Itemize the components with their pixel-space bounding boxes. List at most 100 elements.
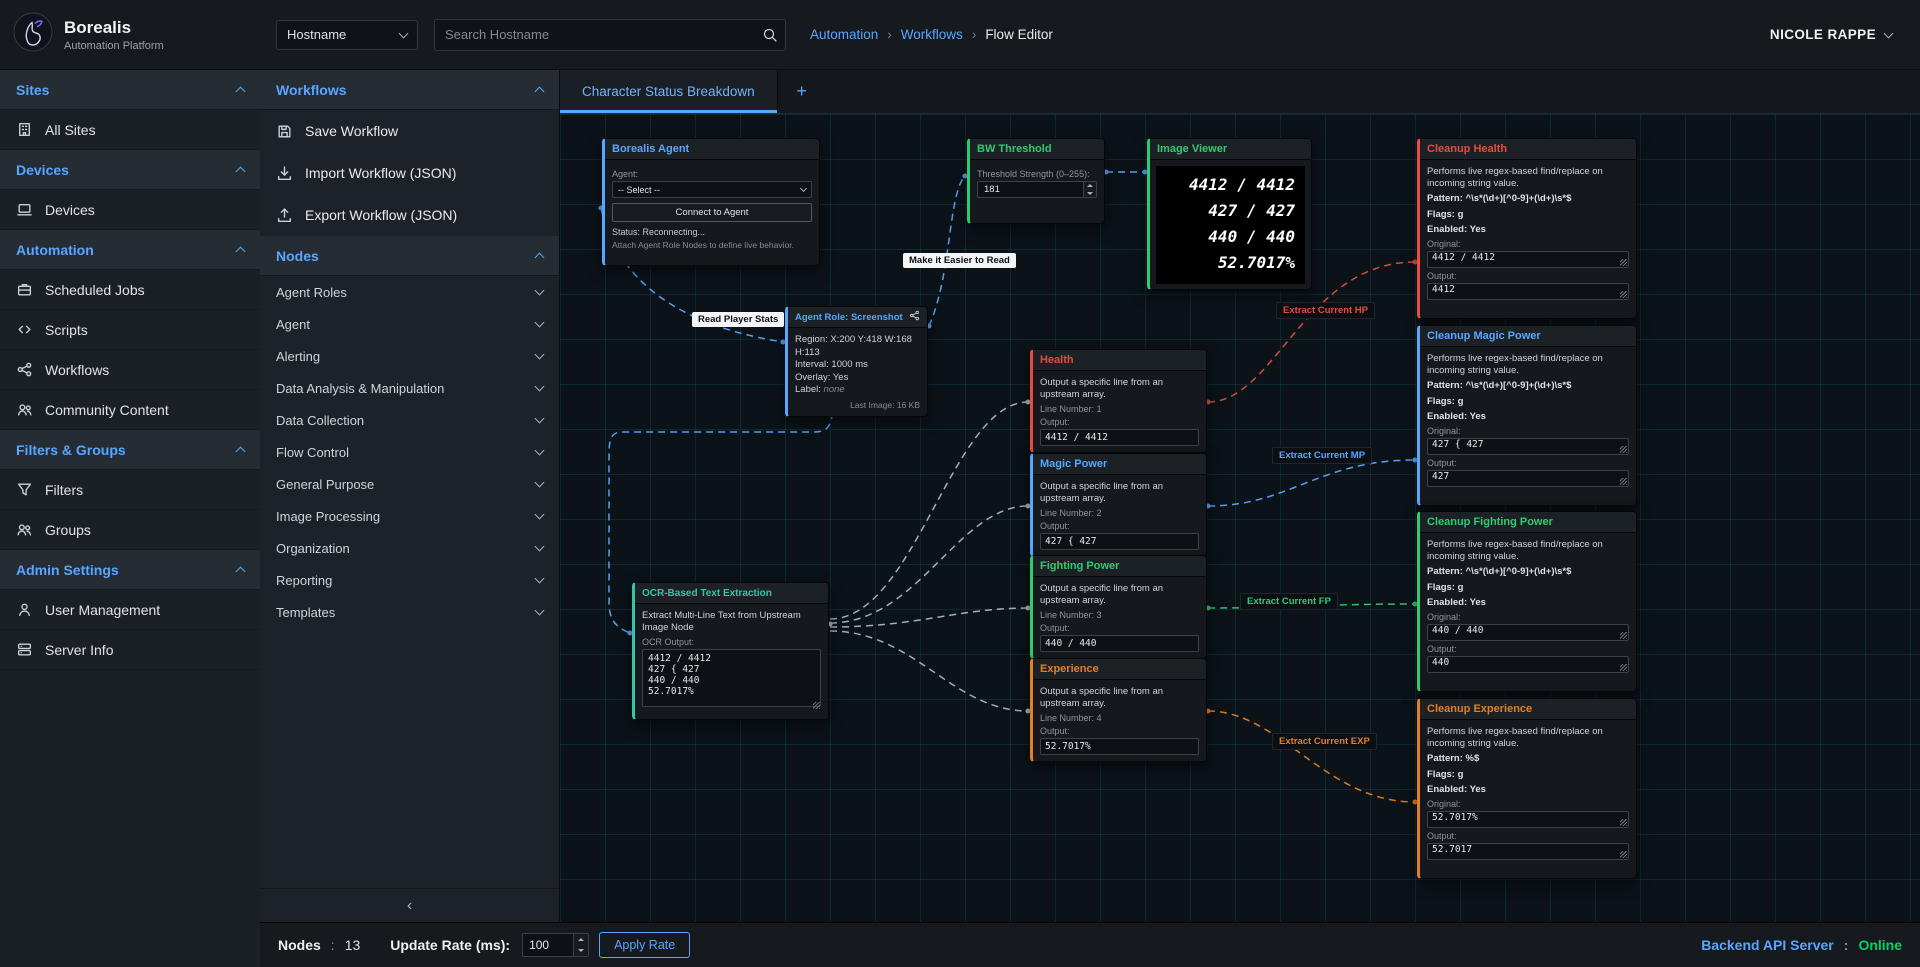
- output-label: Output:: [1040, 726, 1199, 736]
- output-field[interactable]: 52.7017: [1427, 843, 1629, 860]
- node-bw-threshold[interactable]: BW Threshold Threshold Strength (0–255):: [967, 138, 1105, 224]
- node-category-reporting[interactable]: Reporting: [260, 564, 559, 596]
- output-field[interactable]: [1040, 533, 1199, 550]
- node-category-general-purpose[interactable]: General Purpose: [260, 468, 559, 500]
- workflow-icon: [16, 361, 33, 378]
- node-category-templates[interactable]: Templates: [260, 596, 559, 628]
- output-field[interactable]: [1040, 738, 1199, 755]
- output-field[interactable]: 4412: [1427, 283, 1629, 300]
- share-icon[interactable]: [909, 310, 920, 324]
- update-rate-input[interactable]: [522, 933, 574, 957]
- output-value: 52.7017: [1432, 844, 1472, 855]
- original-field[interactable]: 52.7017%: [1427, 811, 1629, 828]
- tab-character-status-breakdown[interactable]: Character Status Breakdown: [560, 70, 778, 113]
- output-field[interactable]: 440: [1427, 656, 1629, 673]
- panel-section-workflows[interactable]: Workflows: [260, 70, 559, 110]
- resize-handle-icon[interactable]: [1620, 259, 1627, 266]
- node-category-data-collection[interactable]: Data Collection: [260, 404, 559, 436]
- node-category-alerting[interactable]: Alerting: [260, 340, 559, 372]
- resize-handle-icon[interactable]: [1620, 664, 1627, 671]
- sidebar-item-devices[interactable]: Devices: [0, 190, 260, 230]
- apply-rate-button[interactable]: Apply Rate: [599, 932, 690, 958]
- sidebar-item-all-sites[interactable]: All Sites: [0, 110, 260, 150]
- export-workflow-button[interactable]: Export Workflow (JSON): [260, 194, 559, 236]
- resize-handle-icon[interactable]: [1620, 851, 1627, 858]
- flow-canvas[interactable]: Borealis Agent Agent: -- Select -- Conne…: [560, 114, 1920, 922]
- user-menu[interactable]: NICOLE RAPPE: [1770, 27, 1892, 42]
- node-category-flow-control[interactable]: Flow Control: [260, 436, 559, 468]
- node-agent-role-screenshot[interactable]: Agent Role: Screenshot Region: X:200 Y:4…: [785, 306, 928, 417]
- node-ocr-text-extraction[interactable]: OCR-Based Text Extraction Extract Multi-…: [632, 582, 829, 720]
- edge-label-extract-current-hp[interactable]: Extract Current HP: [1276, 302, 1375, 319]
- agent-select[interactable]: -- Select --: [612, 181, 812, 198]
- chevron-up-icon: [535, 253, 545, 263]
- sidebar-item-filters[interactable]: Filters: [0, 470, 260, 510]
- panel-section-nodes[interactable]: Nodes: [260, 236, 559, 276]
- spin-up-button[interactable]: [574, 934, 588, 945]
- sidebar-item-label: Devices: [45, 202, 95, 218]
- connect-to-agent-button[interactable]: Connect to Agent: [612, 203, 812, 222]
- node-category-image-processing[interactable]: Image Processing: [260, 500, 559, 532]
- spin-up-button[interactable]: [1084, 182, 1096, 190]
- category-label: Data Collection: [276, 413, 364, 428]
- breadcrumb-workflows[interactable]: Workflows: [901, 27, 963, 42]
- output-field[interactable]: [1040, 429, 1199, 446]
- sidebar-item-scheduled-jobs[interactable]: Scheduled Jobs: [0, 270, 260, 310]
- resize-handle-icon[interactable]: [813, 702, 820, 709]
- node-experience[interactable]: Experience Output a specific line from a…: [1030, 658, 1207, 762]
- sidebar-item-server-info[interactable]: Server Info: [0, 630, 260, 670]
- node-cleanup-health[interactable]: Cleanup Health Performs live regex-based…: [1417, 138, 1637, 319]
- hostname-select[interactable]: Hostname: [276, 20, 418, 50]
- node-image-viewer[interactable]: Image Viewer 4412 / 4412 427 / 427 440 /…: [1147, 138, 1312, 290]
- original-field[interactable]: 427 { 427: [1427, 438, 1629, 455]
- search-input[interactable]: [434, 19, 786, 51]
- ocr-output-field[interactable]: 4412 / 4412 427 { 427 440 / 440 52.7017%: [642, 649, 821, 707]
- search-icon: [762, 27, 778, 48]
- node-category-agent-roles[interactable]: Agent Roles: [260, 276, 559, 308]
- edge-label-extract-current-exp[interactable]: Extract Current EXP: [1272, 733, 1377, 750]
- output-field[interactable]: [1040, 635, 1199, 652]
- node-cleanup-experience[interactable]: Cleanup Experience Performs live regex-b…: [1417, 698, 1637, 879]
- import-workflow-button[interactable]: Import Workflow (JSON): [260, 152, 559, 194]
- sidebar-item-workflows[interactable]: Workflows: [0, 350, 260, 390]
- original-field[interactable]: 440 / 440: [1427, 624, 1629, 641]
- threshold-input[interactable]: [977, 181, 1084, 198]
- save-workflow-button[interactable]: Save Workflow: [260, 110, 559, 152]
- spin-down-button[interactable]: [574, 945, 588, 956]
- resize-handle-icon[interactable]: [1620, 446, 1627, 453]
- node-cleanup-magic-power[interactable]: Cleanup Magic Power Performs live regex-…: [1417, 325, 1637, 506]
- panel-collapse-button[interactable]: ‹: [260, 888, 559, 922]
- edge-label-extract-current-fp[interactable]: Extract Current FP: [1240, 593, 1338, 610]
- add-tab-button[interactable]: +: [778, 70, 826, 113]
- node-category-agent[interactable]: Agent: [260, 308, 559, 340]
- resize-handle-icon[interactable]: [1620, 478, 1627, 485]
- node-category-organization[interactable]: Organization: [260, 532, 559, 564]
- sidebar-section-automation[interactable]: Automation: [0, 230, 260, 270]
- edge-label-read-player-stats[interactable]: Read Player Stats: [692, 312, 784, 327]
- sidebar-section-admin-settings[interactable]: Admin Settings: [0, 550, 260, 590]
- node-fighting-power[interactable]: Fighting Power Output a specific line fr…: [1030, 555, 1207, 659]
- sidebar-item-label: User Management: [45, 602, 160, 618]
- node-cleanup-fighting-power[interactable]: Cleanup Fighting Power Performs live reg…: [1417, 511, 1637, 692]
- node-health[interactable]: Health Output a specific line from an up…: [1030, 349, 1207, 453]
- breadcrumb-automation[interactable]: Automation: [810, 27, 878, 42]
- sidebar-item-groups[interactable]: Groups: [0, 510, 260, 550]
- output-field[interactable]: 427: [1427, 470, 1629, 487]
- resize-handle-icon[interactable]: [1620, 291, 1627, 298]
- node-category-data-analysis[interactable]: Data Analysis & Manipulation: [260, 372, 559, 404]
- resize-handle-icon[interactable]: [1620, 632, 1627, 639]
- sidebar-section-filters-groups[interactable]: Filters & Groups: [0, 430, 260, 470]
- sidebar-item-scripts[interactable]: Scripts: [0, 310, 260, 350]
- node-borealis-agent[interactable]: Borealis Agent Agent: -- Select -- Conne…: [602, 138, 820, 266]
- sidebar-section-devices[interactable]: Devices: [0, 150, 260, 190]
- sidebar-item-user-management[interactable]: User Management: [0, 590, 260, 630]
- original-field[interactable]: 4412 / 4412: [1427, 251, 1629, 268]
- edge-label-make-it-easier[interactable]: Make it Easier to Read: [903, 253, 1016, 268]
- node-magic-power[interactable]: Magic Power Output a specific line from …: [1030, 453, 1207, 557]
- edge-label-extract-current-mp[interactable]: Extract Current MP: [1272, 447, 1372, 464]
- sidebar-item-community-content[interactable]: Community Content: [0, 390, 260, 430]
- resize-handle-icon[interactable]: [1620, 819, 1627, 826]
- sidebar-section-sites[interactable]: Sites: [0, 70, 260, 110]
- spin-down-button[interactable]: [1084, 190, 1096, 198]
- separator: :: [331, 937, 335, 953]
